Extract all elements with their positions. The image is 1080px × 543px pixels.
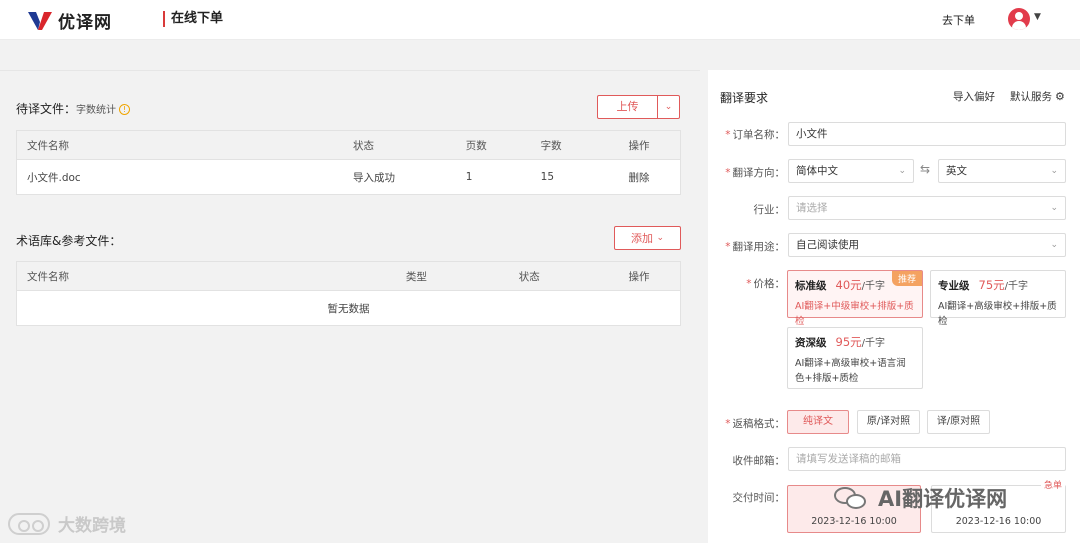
column-header: 操作	[618, 261, 681, 291]
delivery-time-label: 交付时间：	[732, 492, 786, 504]
plan-unit: /千字	[861, 281, 886, 292]
plan-unit: /千字	[861, 338, 886, 349]
pending-files-title: 待译文件：字数统计!	[16, 100, 131, 117]
gear-icon[interactable]: ⚙	[1055, 90, 1065, 103]
upload-button-label[interactable]: 上传	[598, 96, 657, 118]
format-original-translation[interactable]: 原/译对照	[857, 410, 920, 434]
direction-label: * 翻译方向：	[725, 167, 785, 179]
word-count-label: 字数统计	[76, 105, 117, 116]
import-preference-link[interactable]: 导入偏好	[953, 89, 995, 104]
plan-price: 75元	[978, 278, 1005, 292]
avatar-icon[interactable]	[1008, 8, 1030, 30]
purpose-select[interactable]: 自己阅读使用 ⌄	[788, 233, 1066, 257]
source-language-value: 简体中文	[796, 165, 838, 177]
empty-text: 暂无数据	[327, 302, 370, 315]
delivery-date: 2023-12-16 10:00	[955, 516, 1042, 527]
pages-cell: 1	[465, 171, 473, 183]
purpose-label: * 翻译用途：	[725, 241, 785, 253]
empty-row: 暂无数据	[17, 291, 681, 326]
logo-icon	[28, 11, 52, 30]
table-header-row: 文件名称 状态 页数 字数 操作	[16, 130, 681, 160]
files-panel: 待译文件：字数统计! 上传 ⌄ 文件名称 状态 页数 字数 操作 小文件.doc…	[0, 70, 700, 543]
column-header: 状态	[508, 261, 619, 291]
watermark-right-text: AI翻译优译网	[878, 487, 1008, 511]
chevron-down-icon: ⌄	[1050, 203, 1058, 213]
format-translation-original[interactable]: 译/原对照	[927, 410, 990, 434]
chevron-down-icon[interactable]: ▼	[1034, 12, 1041, 22]
reference-files-title: 术语库&参考文件：	[16, 234, 122, 248]
purpose-value: 自己阅读使用	[796, 239, 859, 251]
delete-link[interactable]: 删除	[619, 160, 681, 195]
words-cell: 15	[540, 171, 555, 183]
plan-name: 专业级	[938, 280, 970, 292]
format-translation-only[interactable]: 纯译文	[787, 410, 849, 434]
plan-name: 标准级	[795, 280, 827, 292]
page-title: 在线下单	[163, 11, 223, 27]
email-input[interactable]: 请填写发送译稿的邮箱	[788, 447, 1066, 471]
info-icon[interactable]: !	[119, 104, 131, 115]
format-label: * 返稿格式：	[725, 418, 785, 430]
watermark-right: AI翻译优译网	[834, 483, 1007, 513]
plan-desc: AI翻译+中级审校+排版+质检	[795, 301, 914, 327]
plan-desc: AI翻译+高级审校+排版+质检	[938, 301, 1057, 327]
email-label: 收件邮箱：	[732, 455, 786, 467]
target-language-value: 英文	[946, 165, 967, 177]
upload-button[interactable]: 上传 ⌄	[597, 95, 680, 119]
plan-card-professional[interactable]: 专业级 75元/千字 AI翻译+高级审校+排版+质检	[930, 270, 1066, 327]
column-header: 字数	[530, 130, 619, 160]
wechat-icon	[834, 485, 868, 511]
plan-desc: AI翻译+高级审校+语言润色+排版+质检	[795, 358, 906, 384]
plan-price: 95元	[835, 335, 862, 349]
table-row: 小文件.doc 导入成功 1 15 删除	[17, 160, 681, 195]
industry-placeholder: 请选择	[796, 202, 828, 214]
plan-card-senior[interactable]: 资深级 95元/千字 AI翻译+高级审校+语言润色+排版+质检	[787, 327, 923, 389]
watermark-logo-icon	[8, 512, 50, 535]
column-header: 类型	[395, 261, 509, 291]
logo[interactable]: 优译网	[28, 8, 112, 33]
plan-name: 资深级	[795, 337, 827, 349]
column-header: 文件名称	[16, 130, 343, 160]
requirements-panel: 翻译要求 导入偏好 默认服务 ⚙ * 订单名称： 小文件 * 翻译方向： 简体中文 ⌄ …	[708, 70, 1080, 543]
logo-text: 优译网	[58, 13, 112, 33]
reference-files-table: 文件名称 类型 状态 操作 暂无数据	[16, 261, 681, 326]
chevron-down-icon: ⌄	[1050, 166, 1058, 176]
target-language-select[interactable]: 英文 ⌄	[938, 159, 1066, 183]
add-button[interactable]: 添加 ⌄	[614, 226, 681, 250]
pending-files-table: 文件名称 状态 页数 字数 操作 小文件.doc 导入成功 1 15 删除	[16, 130, 681, 195]
chevron-down-icon[interactable]: ⌄	[657, 96, 679, 118]
add-button-label[interactable]: 添加	[631, 230, 653, 246]
watermark-left: 大数跨境	[8, 511, 126, 536]
source-language-select[interactable]: 简体中文 ⌄	[788, 159, 914, 183]
default-service-link[interactable]: 默认服务 ⚙	[1010, 89, 1065, 104]
industry-select[interactable]: 请选择 ⌄	[788, 196, 1066, 220]
industry-label: 行业：	[753, 204, 786, 216]
plan-price: 40元	[835, 278, 862, 292]
chevron-down-icon: ⌄	[1050, 240, 1058, 250]
top-header: 优译网 在线下单 去下单 ▼	[0, 0, 1080, 40]
column-header: 状态	[342, 130, 456, 160]
requirements-title: 翻译要求	[720, 91, 769, 105]
order-name-input[interactable]: 小文件	[788, 122, 1066, 146]
watermark-left-text: 大数跨境	[58, 516, 126, 536]
plan-card-standard[interactable]: 推荐 标准级 40元/千字 AI翻译+中级审校+排版+质检	[787, 270, 923, 327]
chevron-down-icon: ⌄	[898, 166, 906, 176]
column-header: 文件名称	[16, 261, 396, 291]
chevron-down-icon[interactable]: ⌄	[656, 233, 664, 243]
file-name-cell: 小文件.doc	[27, 171, 81, 184]
plan-unit: /千字	[1004, 281, 1029, 292]
table-header-row: 文件名称 类型 状态 操作	[16, 261, 681, 291]
column-header: 页数	[455, 130, 531, 160]
goto-order-link[interactable]: 去下单	[942, 12, 975, 28]
column-header: 操作	[618, 130, 681, 160]
price-label: * 价格：	[746, 278, 785, 290]
swap-icon[interactable]: ⇆	[920, 162, 930, 176]
delivery-date: 2023-12-16 10:00	[811, 516, 897, 527]
default-service-label[interactable]: 默认服务	[1010, 91, 1052, 103]
order-name-label: * 订单名称：	[725, 129, 785, 141]
status-cell: 导入成功	[352, 171, 395, 184]
urgent-badge: 急单	[1040, 478, 1065, 491]
pending-files-title-text: 待译文件：	[16, 102, 77, 116]
recommend-badge: 推荐	[891, 271, 922, 286]
